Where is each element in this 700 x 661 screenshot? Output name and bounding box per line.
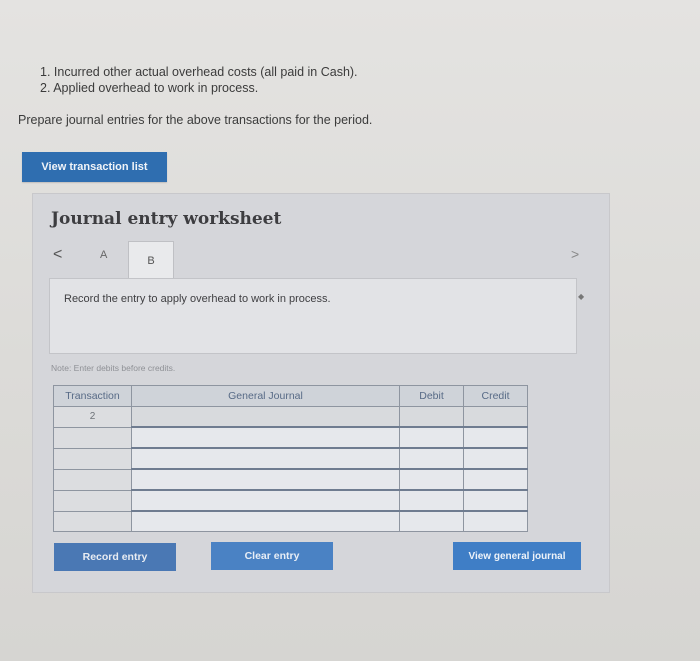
account-input[interactable] bbox=[131, 406, 400, 428]
header-credit: Credit bbox=[463, 385, 528, 407]
tab-b[interactable]: B bbox=[128, 241, 174, 279]
credit-input[interactable] bbox=[463, 489, 528, 512]
journal-entry-worksheet: Journal entry worksheet < A B > Record t… bbox=[32, 193, 610, 593]
transaction-cell bbox=[53, 510, 132, 532]
account-input[interactable] bbox=[131, 510, 400, 532]
record-entry-button[interactable]: Record entry bbox=[54, 543, 176, 571]
credit-input[interactable] bbox=[463, 510, 528, 532]
table-row bbox=[53, 447, 528, 470]
debit-input[interactable] bbox=[399, 447, 464, 470]
credit-input[interactable] bbox=[463, 468, 528, 491]
table-row bbox=[53, 510, 528, 532]
worksheet-title: Journal entry worksheet bbox=[51, 209, 282, 229]
transaction-cell: 2 bbox=[53, 406, 132, 428]
view-general-journal-button[interactable]: View general journal bbox=[453, 542, 581, 570]
question-2: 2. Applied overhead to work in process. bbox=[40, 81, 259, 95]
debit-input[interactable] bbox=[399, 489, 464, 512]
table-row bbox=[53, 468, 528, 491]
debit-input[interactable] bbox=[399, 510, 464, 532]
header-debit: Debit bbox=[399, 385, 464, 407]
entry-instruction: Record the entry to apply overhead to wo… bbox=[64, 293, 331, 305]
entry-note: Note: Enter debits before credits. bbox=[51, 363, 176, 373]
debit-input[interactable] bbox=[399, 406, 464, 428]
chevron-left-icon[interactable]: < bbox=[53, 246, 62, 264]
credit-input[interactable] bbox=[463, 426, 528, 449]
transaction-cell bbox=[53, 447, 132, 470]
header-general-journal: General Journal bbox=[131, 385, 400, 407]
table-row: 2 bbox=[53, 406, 528, 428]
credit-input[interactable] bbox=[463, 447, 528, 470]
account-input[interactable] bbox=[131, 489, 400, 512]
transaction-cell bbox=[53, 426, 132, 449]
tab-b-label: B bbox=[147, 254, 155, 267]
table-header-row: Transaction General Journal Debit Credit bbox=[53, 385, 528, 407]
table-row bbox=[53, 489, 528, 512]
clear-entry-button[interactable]: Clear entry bbox=[211, 542, 333, 570]
transaction-cell bbox=[53, 468, 132, 491]
header-transaction: Transaction bbox=[53, 385, 132, 407]
instructions-text: Prepare journal entries for the above tr… bbox=[18, 113, 373, 127]
question-list: 1. Incurred other actual overhead costs … bbox=[40, 64, 358, 96]
tab-a[interactable]: A bbox=[100, 249, 107, 261]
chevron-right-icon[interactable]: > bbox=[571, 246, 579, 262]
question-1: 1. Incurred other actual overhead costs … bbox=[40, 65, 358, 79]
account-input[interactable] bbox=[131, 468, 400, 491]
debit-input[interactable] bbox=[399, 426, 464, 449]
account-input[interactable] bbox=[131, 447, 400, 470]
view-transaction-list-button[interactable]: View transaction list bbox=[22, 152, 167, 182]
journal-table: Transaction General Journal Debit Credit… bbox=[53, 385, 528, 532]
transaction-cell bbox=[53, 489, 132, 512]
entry-instruction-box: Record the entry to apply overhead to wo… bbox=[49, 278, 577, 354]
table-row bbox=[53, 426, 528, 449]
account-input[interactable] bbox=[131, 426, 400, 449]
credit-input[interactable] bbox=[463, 406, 528, 428]
scroll-marker-icon: ◆ bbox=[578, 292, 585, 301]
debit-input[interactable] bbox=[399, 468, 464, 491]
